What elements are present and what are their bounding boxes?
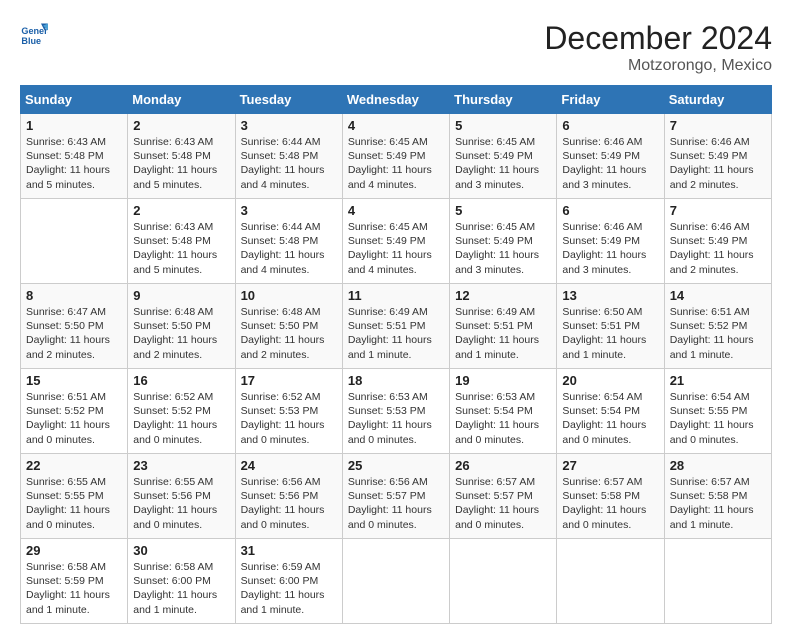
calendar-day: 19Sunrise: 6:53 AM Sunset: 5:54 PM Dayli… [450, 369, 557, 454]
calendar-day: 31Sunrise: 6:59 AM Sunset: 6:00 PM Dayli… [235, 539, 342, 624]
calendar-week-row: 8Sunrise: 6:47 AM Sunset: 5:50 PM Daylig… [21, 284, 772, 369]
calendar-day: 16Sunrise: 6:52 AM Sunset: 5:52 PM Dayli… [128, 369, 235, 454]
calendar-day: 30Sunrise: 6:58 AM Sunset: 6:00 PM Dayli… [128, 539, 235, 624]
calendar-day: 28Sunrise: 6:57 AM Sunset: 5:58 PM Dayli… [664, 454, 771, 539]
calendar-day: 20Sunrise: 6:54 AM Sunset: 5:54 PM Dayli… [557, 369, 664, 454]
calendar-day: 23Sunrise: 6:55 AM Sunset: 5:56 PM Dayli… [128, 454, 235, 539]
calendar-day: 21Sunrise: 6:54 AM Sunset: 5:55 PM Dayli… [664, 369, 771, 454]
calendar-day: 26Sunrise: 6:57 AM Sunset: 5:57 PM Dayli… [450, 454, 557, 539]
calendar-table: SundayMondayTuesdayWednesdayThursdayFrid… [20, 85, 772, 624]
calendar-day: 4Sunrise: 6:45 AM Sunset: 5:49 PM Daylig… [342, 199, 449, 284]
weekday-header: Tuesday [235, 86, 342, 114]
calendar-day: 27Sunrise: 6:57 AM Sunset: 5:58 PM Dayli… [557, 454, 664, 539]
page-header: General Blue December 2024 Motzorongo, M… [20, 20, 772, 75]
calendar-day: 2Sunrise: 6:43 AM Sunset: 5:48 PM Daylig… [128, 114, 235, 199]
month-title: December 2024 [544, 20, 772, 57]
svg-text:Blue: Blue [21, 36, 41, 46]
calendar-day [450, 539, 557, 624]
calendar-day: 17Sunrise: 6:52 AM Sunset: 5:53 PM Dayli… [235, 369, 342, 454]
calendar-day: 15Sunrise: 6:51 AM Sunset: 5:52 PM Dayli… [21, 369, 128, 454]
calendar-day: 6Sunrise: 6:46 AM Sunset: 5:49 PM Daylig… [557, 114, 664, 199]
weekday-header-row: SundayMondayTuesdayWednesdayThursdayFrid… [21, 86, 772, 114]
calendar-day: 12Sunrise: 6:49 AM Sunset: 5:51 PM Dayli… [450, 284, 557, 369]
logo: General Blue [20, 20, 48, 48]
calendar-day: 2Sunrise: 6:43 AM Sunset: 5:48 PM Daylig… [128, 199, 235, 284]
title-block: December 2024 Motzorongo, Mexico [544, 20, 772, 75]
calendar-day: 11Sunrise: 6:49 AM Sunset: 5:51 PM Dayli… [342, 284, 449, 369]
calendar-day: 3Sunrise: 6:44 AM Sunset: 5:48 PM Daylig… [235, 114, 342, 199]
calendar-week-row: 29Sunrise: 6:58 AM Sunset: 5:59 PM Dayli… [21, 539, 772, 624]
calendar-day: 14Sunrise: 6:51 AM Sunset: 5:52 PM Dayli… [664, 284, 771, 369]
calendar-day: 24Sunrise: 6:56 AM Sunset: 5:56 PM Dayli… [235, 454, 342, 539]
calendar-day [21, 199, 128, 284]
calendar-day: 7Sunrise: 6:46 AM Sunset: 5:49 PM Daylig… [664, 199, 771, 284]
calendar-week-row: 15Sunrise: 6:51 AM Sunset: 5:52 PM Dayli… [21, 369, 772, 454]
calendar-day: 7Sunrise: 6:46 AM Sunset: 5:49 PM Daylig… [664, 114, 771, 199]
calendar-day: 5Sunrise: 6:45 AM Sunset: 5:49 PM Daylig… [450, 199, 557, 284]
weekday-header: Sunday [21, 86, 128, 114]
calendar-day: 3Sunrise: 6:44 AM Sunset: 5:48 PM Daylig… [235, 199, 342, 284]
calendar-day: 9Sunrise: 6:48 AM Sunset: 5:50 PM Daylig… [128, 284, 235, 369]
weekday-header: Friday [557, 86, 664, 114]
weekday-header: Saturday [664, 86, 771, 114]
calendar-day [664, 539, 771, 624]
calendar-day: 18Sunrise: 6:53 AM Sunset: 5:53 PM Dayli… [342, 369, 449, 454]
calendar-day: 1Sunrise: 6:43 AM Sunset: 5:48 PM Daylig… [21, 114, 128, 199]
calendar-day: 25Sunrise: 6:56 AM Sunset: 5:57 PM Dayli… [342, 454, 449, 539]
calendar-day: 4Sunrise: 6:45 AM Sunset: 5:49 PM Daylig… [342, 114, 449, 199]
calendar-day: 5Sunrise: 6:45 AM Sunset: 5:49 PM Daylig… [450, 114, 557, 199]
logo-icon: General Blue [20, 20, 48, 48]
calendar-day: 22Sunrise: 6:55 AM Sunset: 5:55 PM Dayli… [21, 454, 128, 539]
calendar-week-row: 22Sunrise: 6:55 AM Sunset: 5:55 PM Dayli… [21, 454, 772, 539]
location: Motzorongo, Mexico [544, 57, 772, 75]
calendar-week-row: 2Sunrise: 6:43 AM Sunset: 5:48 PM Daylig… [21, 199, 772, 284]
calendar-day: 13Sunrise: 6:50 AM Sunset: 5:51 PM Dayli… [557, 284, 664, 369]
weekday-header: Wednesday [342, 86, 449, 114]
calendar-day [342, 539, 449, 624]
calendar-day: 8Sunrise: 6:47 AM Sunset: 5:50 PM Daylig… [21, 284, 128, 369]
calendar-day: 10Sunrise: 6:48 AM Sunset: 5:50 PM Dayli… [235, 284, 342, 369]
weekday-header: Monday [128, 86, 235, 114]
weekday-header: Thursday [450, 86, 557, 114]
calendar-week-row: 1Sunrise: 6:43 AM Sunset: 5:48 PM Daylig… [21, 114, 772, 199]
calendar-day: 6Sunrise: 6:46 AM Sunset: 5:49 PM Daylig… [557, 199, 664, 284]
calendar-day [557, 539, 664, 624]
calendar-day: 29Sunrise: 6:58 AM Sunset: 5:59 PM Dayli… [21, 539, 128, 624]
